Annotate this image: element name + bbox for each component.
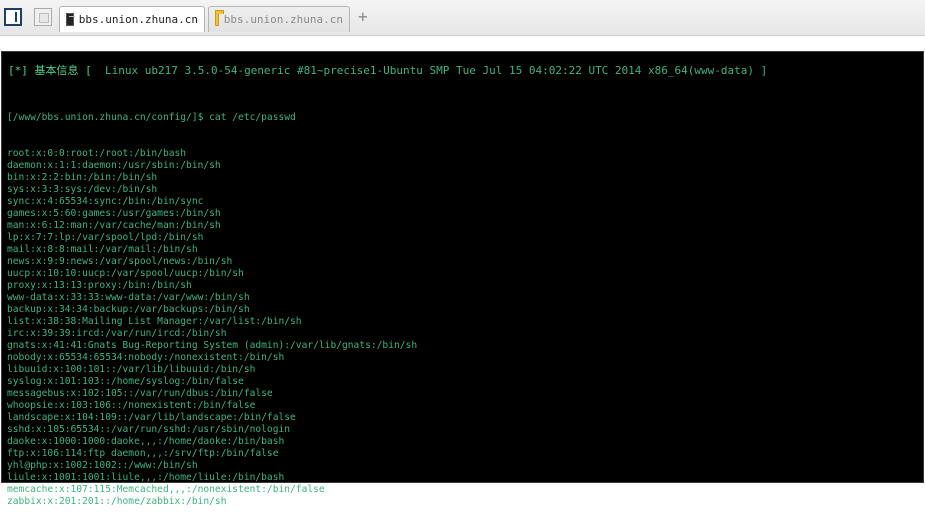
output-line: syslog:x:101:103::/home/syslog:/bin/fals… <box>7 376 244 387</box>
output-line: daoke:x:1000:1000:daoke,,,:/home/daoke:/… <box>7 436 285 447</box>
output-line: daemon:x:1:1:daemon:/usr/sbin:/bin/sh <box>7 160 221 171</box>
tab-label: bbs.union.zhuna.cn <box>223 13 343 26</box>
output-line: backup:x:34:34:backup:/var/backups:/bin/… <box>7 304 250 315</box>
output-line: root:x:0:0:root:/root:/bin/bash <box>7 148 187 159</box>
terminal-output: [/www/bbs.union.zhuna.cn/config/]$ cat /… <box>7 88 417 532</box>
output-line: sys:x:3:3:sys:/dev:/bin/sh <box>7 184 158 195</box>
output-line: www-data:x:33:33:www-data:/var/www:/bin/… <box>7 292 250 303</box>
tab-label: bbs.union.zhuna.cn <box>78 13 198 26</box>
tab-file-manager[interactable]: bbs.union.zhuna.cn <box>208 6 350 32</box>
panel-toggle-icon[interactable] <box>4 8 22 26</box>
new-tab-button[interactable]: + <box>358 8 368 26</box>
output-line: lp:x:7:7:lp:/var/spool/lpd:/bin/sh <box>7 232 204 243</box>
output-line: man:x:6:12:man:/var/cache/man:/bin/sh <box>7 220 221 231</box>
folder-icon <box>215 10 224 26</box>
system-info-line: [*] 基本信息 [ Linux ub217 3.5.0-54-generic … <box>8 64 767 78</box>
terminal-window[interactable]: [*] 基本信息 [ Linux ub217 3.5.0-54-generic … <box>1 51 924 507</box>
output-line: list:x:38:38:Mailing List Manager:/var/l… <box>7 316 302 327</box>
output-line: landscape:x:104:109::/var/lib/landscape:… <box>7 412 296 423</box>
system-info-label: [*] 基本信息 [ <box>8 64 92 77</box>
output-line: mail:x:8:8:mail:/var/mail:/bin/sh <box>7 244 198 255</box>
passwd-output: root:x:0:0:root:/root:/bin/bash daemon:x:… <box>7 148 417 508</box>
output-line: news:x:9:9:news:/var/spool/news:/bin/sh <box>7 256 233 267</box>
output-line: yhl@php:x:1002:1002::/www:/bin/sh <box>7 460 198 471</box>
tab-bar: bbs.union.zhuna.cn bbs.union.zhuna.cn + <box>0 0 925 36</box>
blank-page-icon[interactable] <box>34 8 52 26</box>
terminal-icon <box>66 13 75 26</box>
system-info-value: Linux ub217 3.5.0-54-generic #81~precise… <box>91 64 768 77</box>
output-line: bin:x:2:2:bin:/bin:/bin/sh <box>7 172 158 183</box>
tab-terminal[interactable]: bbs.union.zhuna.cn <box>59 6 205 32</box>
output-line: ftp:x:106:114:ftp daemon,,,:/srv/ftp:/bi… <box>7 448 279 459</box>
output-line: games:x:5:60:games:/usr/games:/bin/sh <box>7 208 221 219</box>
output-line: libuuid:x:100:101::/var/lib/libuuid:/bin… <box>7 364 256 375</box>
output-line: memcache:x:107:115:Memcached,,,:/nonexis… <box>7 484 325 495</box>
command-prompt: [/www/bbs.union.zhuna.cn/config/]$ cat /… <box>7 112 296 123</box>
output-line: uucp:x:10:10:uucp:/var/spool/uucp:/bin/s… <box>7 268 244 279</box>
output-line: nobody:x:65534:65534:nobody:/nonexistent… <box>7 352 285 363</box>
output-line: proxy:x:13:13:proxy:/bin:/bin/sh <box>7 280 192 291</box>
output-line: gnats:x:41:41:Gnats Bug-Reporting System… <box>7 340 418 351</box>
output-line: messagebus:x:102:105::/var/run/dbus:/bin… <box>7 388 273 399</box>
output-line: sshd:x:105:65534::/var/run/sshd:/usr/sbi… <box>7 424 291 435</box>
output-line: whoopsie:x:103:106::/nonexistent:/bin/fa… <box>7 400 256 411</box>
output-line: liule:x:1001:1001:liule,,,:/home/liule:/… <box>7 472 285 483</box>
output-line: zabbix:x:201:201::/home/zabbix:/bin/sh <box>7 496 227 507</box>
output-line: sync:x:4:65534:sync:/bin:/bin/sync <box>7 196 204 207</box>
output-line: irc:x:39:39:ircd:/var/run/ircd:/bin/sh <box>7 328 227 339</box>
